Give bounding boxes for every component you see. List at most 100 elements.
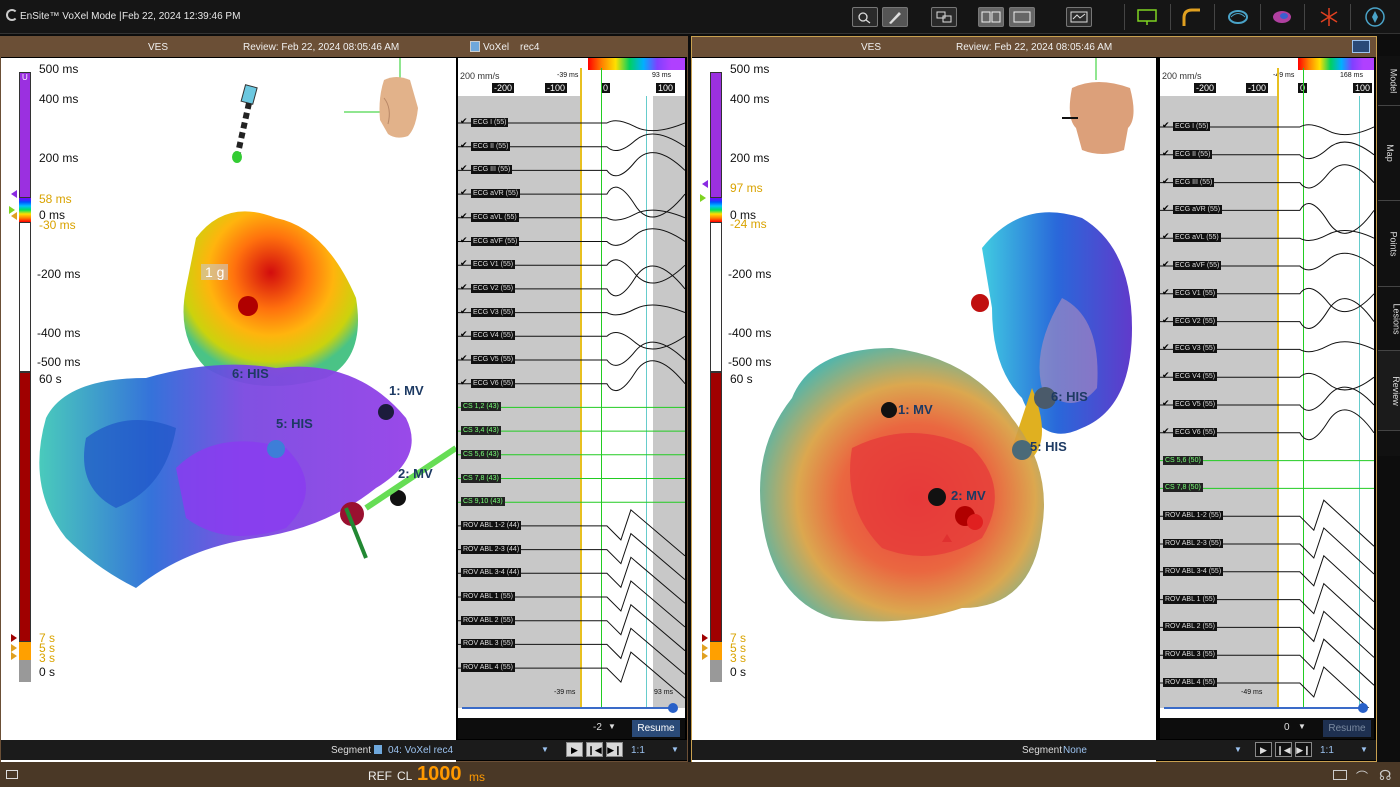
egm-channel-label[interactable]: CS 3,4 (43) bbox=[461, 426, 501, 436]
map-label-his-5[interactable]: 5: HIS bbox=[276, 416, 313, 431]
playback-ratio[interactable]: 1:1 bbox=[1320, 745, 1334, 756]
map-label-mv-1[interactable]: 1: MV bbox=[389, 383, 424, 398]
egm-channel-label[interactable]: ROV ABL 1-2 (44) bbox=[461, 520, 522, 530]
egm-channel-label[interactable]: CS 7,8 (43) bbox=[461, 473, 501, 483]
egm-play-icon[interactable] bbox=[1358, 703, 1368, 713]
time-marker-arrows[interactable] bbox=[9, 632, 21, 662]
egm-channel-label[interactable]: ECG V1 (55) bbox=[471, 260, 516, 270]
channel-checkbox-icon[interactable]: ✔ bbox=[460, 377, 469, 387]
channel-checkbox-icon[interactable]: ✔ bbox=[460, 235, 469, 245]
keyboard-icon[interactable] bbox=[1333, 770, 1347, 780]
step-forward-button[interactable]: ▶❙ bbox=[606, 742, 623, 757]
channel-checkbox-icon[interactable]: ✔ bbox=[1162, 315, 1171, 325]
step-forward-button[interactable]: ▶❙ bbox=[1295, 742, 1312, 757]
egm-channel-label[interactable]: ECG V3 (55) bbox=[1173, 344, 1218, 354]
map-label-mv-2[interactable]: 2: MV bbox=[398, 466, 433, 481]
review-icon[interactable] bbox=[1066, 7, 1092, 27]
egm-channel-label[interactable]: ECG V2 (55) bbox=[1173, 316, 1218, 326]
expand-icon[interactable] bbox=[1352, 40, 1370, 53]
channel-checkbox-icon[interactable]: ✔ bbox=[1162, 287, 1171, 297]
egm-channel-label[interactable]: ROV ABL 1-2 (55) bbox=[1163, 511, 1224, 521]
channel-checkbox-icon[interactable]: ✔ bbox=[460, 282, 469, 292]
left-egm-panel[interactable]: 200 mm/s -39 ms 93 ms -200 -100 0 100 EC… bbox=[458, 58, 685, 718]
left-3d-view[interactable]: U 500 ms 400 ms 200 ms 58 ms 0 ms -30 ms… bbox=[1, 58, 456, 768]
monitor-icon[interactable] bbox=[1136, 8, 1158, 26]
headset-icon[interactable]: ☊ bbox=[1379, 767, 1391, 784]
egm-play-icon[interactable] bbox=[668, 703, 678, 713]
egm-channel-label[interactable]: ROV ABL 3-4 (44) bbox=[461, 568, 522, 578]
ablation-icon[interactable] bbox=[1318, 6, 1340, 28]
single-view-icon[interactable] bbox=[1009, 7, 1035, 27]
segment-select[interactable]: 04: VoXel rec4 bbox=[388, 745, 453, 756]
compass-icon[interactable] bbox=[1364, 6, 1386, 28]
right-cardiac-map[interactable] bbox=[732, 188, 1142, 628]
egm-channel-label[interactable]: ECG V5 (55) bbox=[471, 355, 516, 364]
resume-button[interactable]: Resume bbox=[632, 720, 680, 737]
egm-channel-label[interactable]: ECG V4 (55) bbox=[1173, 372, 1218, 382]
segment-dropdown-icon[interactable]: ▼ bbox=[541, 745, 549, 754]
egm-channel-label[interactable]: ECG aVL (55) bbox=[1173, 233, 1221, 243]
egm-channel-label[interactable]: CS 7,8 (50) bbox=[1163, 483, 1203, 493]
right-egm-panel[interactable]: 200 mm/s -49 ms 168 ms -200 -100 0 100 E… bbox=[1160, 58, 1374, 718]
channel-checkbox-icon[interactable]: ✔ bbox=[460, 164, 469, 173]
egm-channel-label[interactable]: CS 5,6 (43) bbox=[461, 449, 501, 459]
channel-checkbox-icon[interactable]: ✔ bbox=[1162, 426, 1171, 436]
egm-channel-label[interactable]: ROV ABL 2-3 (55) bbox=[1163, 539, 1224, 548]
surface-icon[interactable] bbox=[1270, 6, 1294, 28]
egm-channel-label[interactable]: ECG aVR (55) bbox=[471, 189, 521, 199]
map-label-his-6[interactable]: 6: HIS bbox=[232, 366, 269, 381]
resume-button[interactable]: Resume bbox=[1323, 720, 1371, 737]
egm-channel-label[interactable]: ECG III (55) bbox=[1173, 177, 1215, 187]
egm-channel-label[interactable]: ROV ABL 2 (55) bbox=[1163, 622, 1217, 632]
tab-map[interactable]: Map bbox=[1378, 106, 1400, 201]
status-window-icon[interactable] bbox=[6, 770, 18, 779]
channel-checkbox-icon[interactable]: ✔ bbox=[1162, 204, 1171, 213]
layout-icon[interactable] bbox=[931, 7, 957, 27]
map-label-mv-2[interactable]: 2: MV bbox=[951, 488, 986, 503]
egm-channel-label[interactable]: ECG III (55) bbox=[471, 165, 513, 175]
egm-channel-label[interactable]: ECG aVF (55) bbox=[1173, 261, 1222, 270]
ratio-dropdown-icon[interactable]: ▼ bbox=[1360, 745, 1368, 754]
egm-channel-label[interactable]: ROV ABL 4 (55) bbox=[1163, 678, 1217, 687]
egm-channel-label[interactable]: ROV ABL 2 (55) bbox=[461, 615, 515, 625]
ratio-dropdown-icon[interactable]: ▼ bbox=[671, 745, 679, 754]
scale-marker-arrows[interactable] bbox=[5, 188, 19, 228]
egm-channel-label[interactable]: ECG V5 (55) bbox=[1173, 400, 1218, 409]
egm-offset-value[interactable]: 0 bbox=[1284, 722, 1290, 733]
channel-checkbox-icon[interactable]: ✔ bbox=[460, 211, 469, 221]
scale-marker-arrows[interactable] bbox=[696, 178, 710, 218]
step-back-button[interactable]: ❙◀ bbox=[586, 742, 603, 757]
egm-channel-label[interactable]: ECG V6 (55) bbox=[471, 378, 516, 388]
channel-checkbox-icon[interactable]: ✔ bbox=[1162, 232, 1171, 241]
chevron-down-icon[interactable]: ▼ bbox=[608, 722, 616, 731]
egm-channel-label[interactable]: ECG V2 (55) bbox=[471, 283, 516, 293]
egm-channel-label[interactable]: ROV ABL 1 (55) bbox=[461, 592, 515, 601]
map-label-his-6[interactable]: 6: HIS bbox=[1051, 389, 1088, 404]
signal-icon[interactable]: ⌒ bbox=[1356, 768, 1372, 784]
egm-channel-label[interactable]: ECG aVF (55) bbox=[471, 236, 520, 246]
segment-dropdown-icon[interactable]: ▼ bbox=[1234, 745, 1242, 754]
egm-channel-label[interactable]: ROV ABL 2-3 (44) bbox=[461, 544, 522, 554]
egm-channel-label[interactable]: ECG V3 (55) bbox=[471, 307, 516, 317]
map-label-mv-1[interactable]: 1: MV bbox=[898, 402, 933, 417]
channel-checkbox-icon[interactable]: ✔ bbox=[1162, 121, 1171, 130]
egm-channel-label[interactable]: ECG V4 (55) bbox=[471, 331, 516, 341]
channel-checkbox-icon[interactable]: ✔ bbox=[1162, 148, 1171, 158]
channel-checkbox-icon[interactable]: ✔ bbox=[460, 306, 469, 316]
channel-checkbox-icon[interactable]: ✔ bbox=[1162, 176, 1171, 186]
egm-channel-label[interactable]: ECG I (55) bbox=[1173, 122, 1211, 131]
egm-channel-label[interactable]: ECG V6 (55) bbox=[1173, 427, 1218, 437]
egm-scroll-track[interactable] bbox=[462, 707, 672, 709]
channel-checkbox-icon[interactable]: ✔ bbox=[460, 117, 469, 126]
zoom-tool-icon[interactable] bbox=[852, 7, 878, 27]
channel-checkbox-icon[interactable]: ✔ bbox=[1162, 399, 1171, 408]
tab-lesions[interactable]: Lesions bbox=[1378, 287, 1400, 351]
channel-checkbox-icon[interactable]: ✔ bbox=[460, 140, 469, 150]
play-button[interactable]: ▶ bbox=[566, 742, 583, 757]
egm-channel-label[interactable]: ROV ABL 3-4 (55) bbox=[1163, 566, 1224, 576]
egm-channel-label[interactable]: ECG I (55) bbox=[471, 118, 509, 127]
annotate-tool-icon[interactable] bbox=[882, 7, 908, 27]
split-view-icon[interactable] bbox=[978, 7, 1004, 27]
map-label-his-5[interactable]: 5: HIS bbox=[1030, 439, 1067, 454]
egm-speed[interactable]: 200 mm/s bbox=[1162, 71, 1202, 81]
